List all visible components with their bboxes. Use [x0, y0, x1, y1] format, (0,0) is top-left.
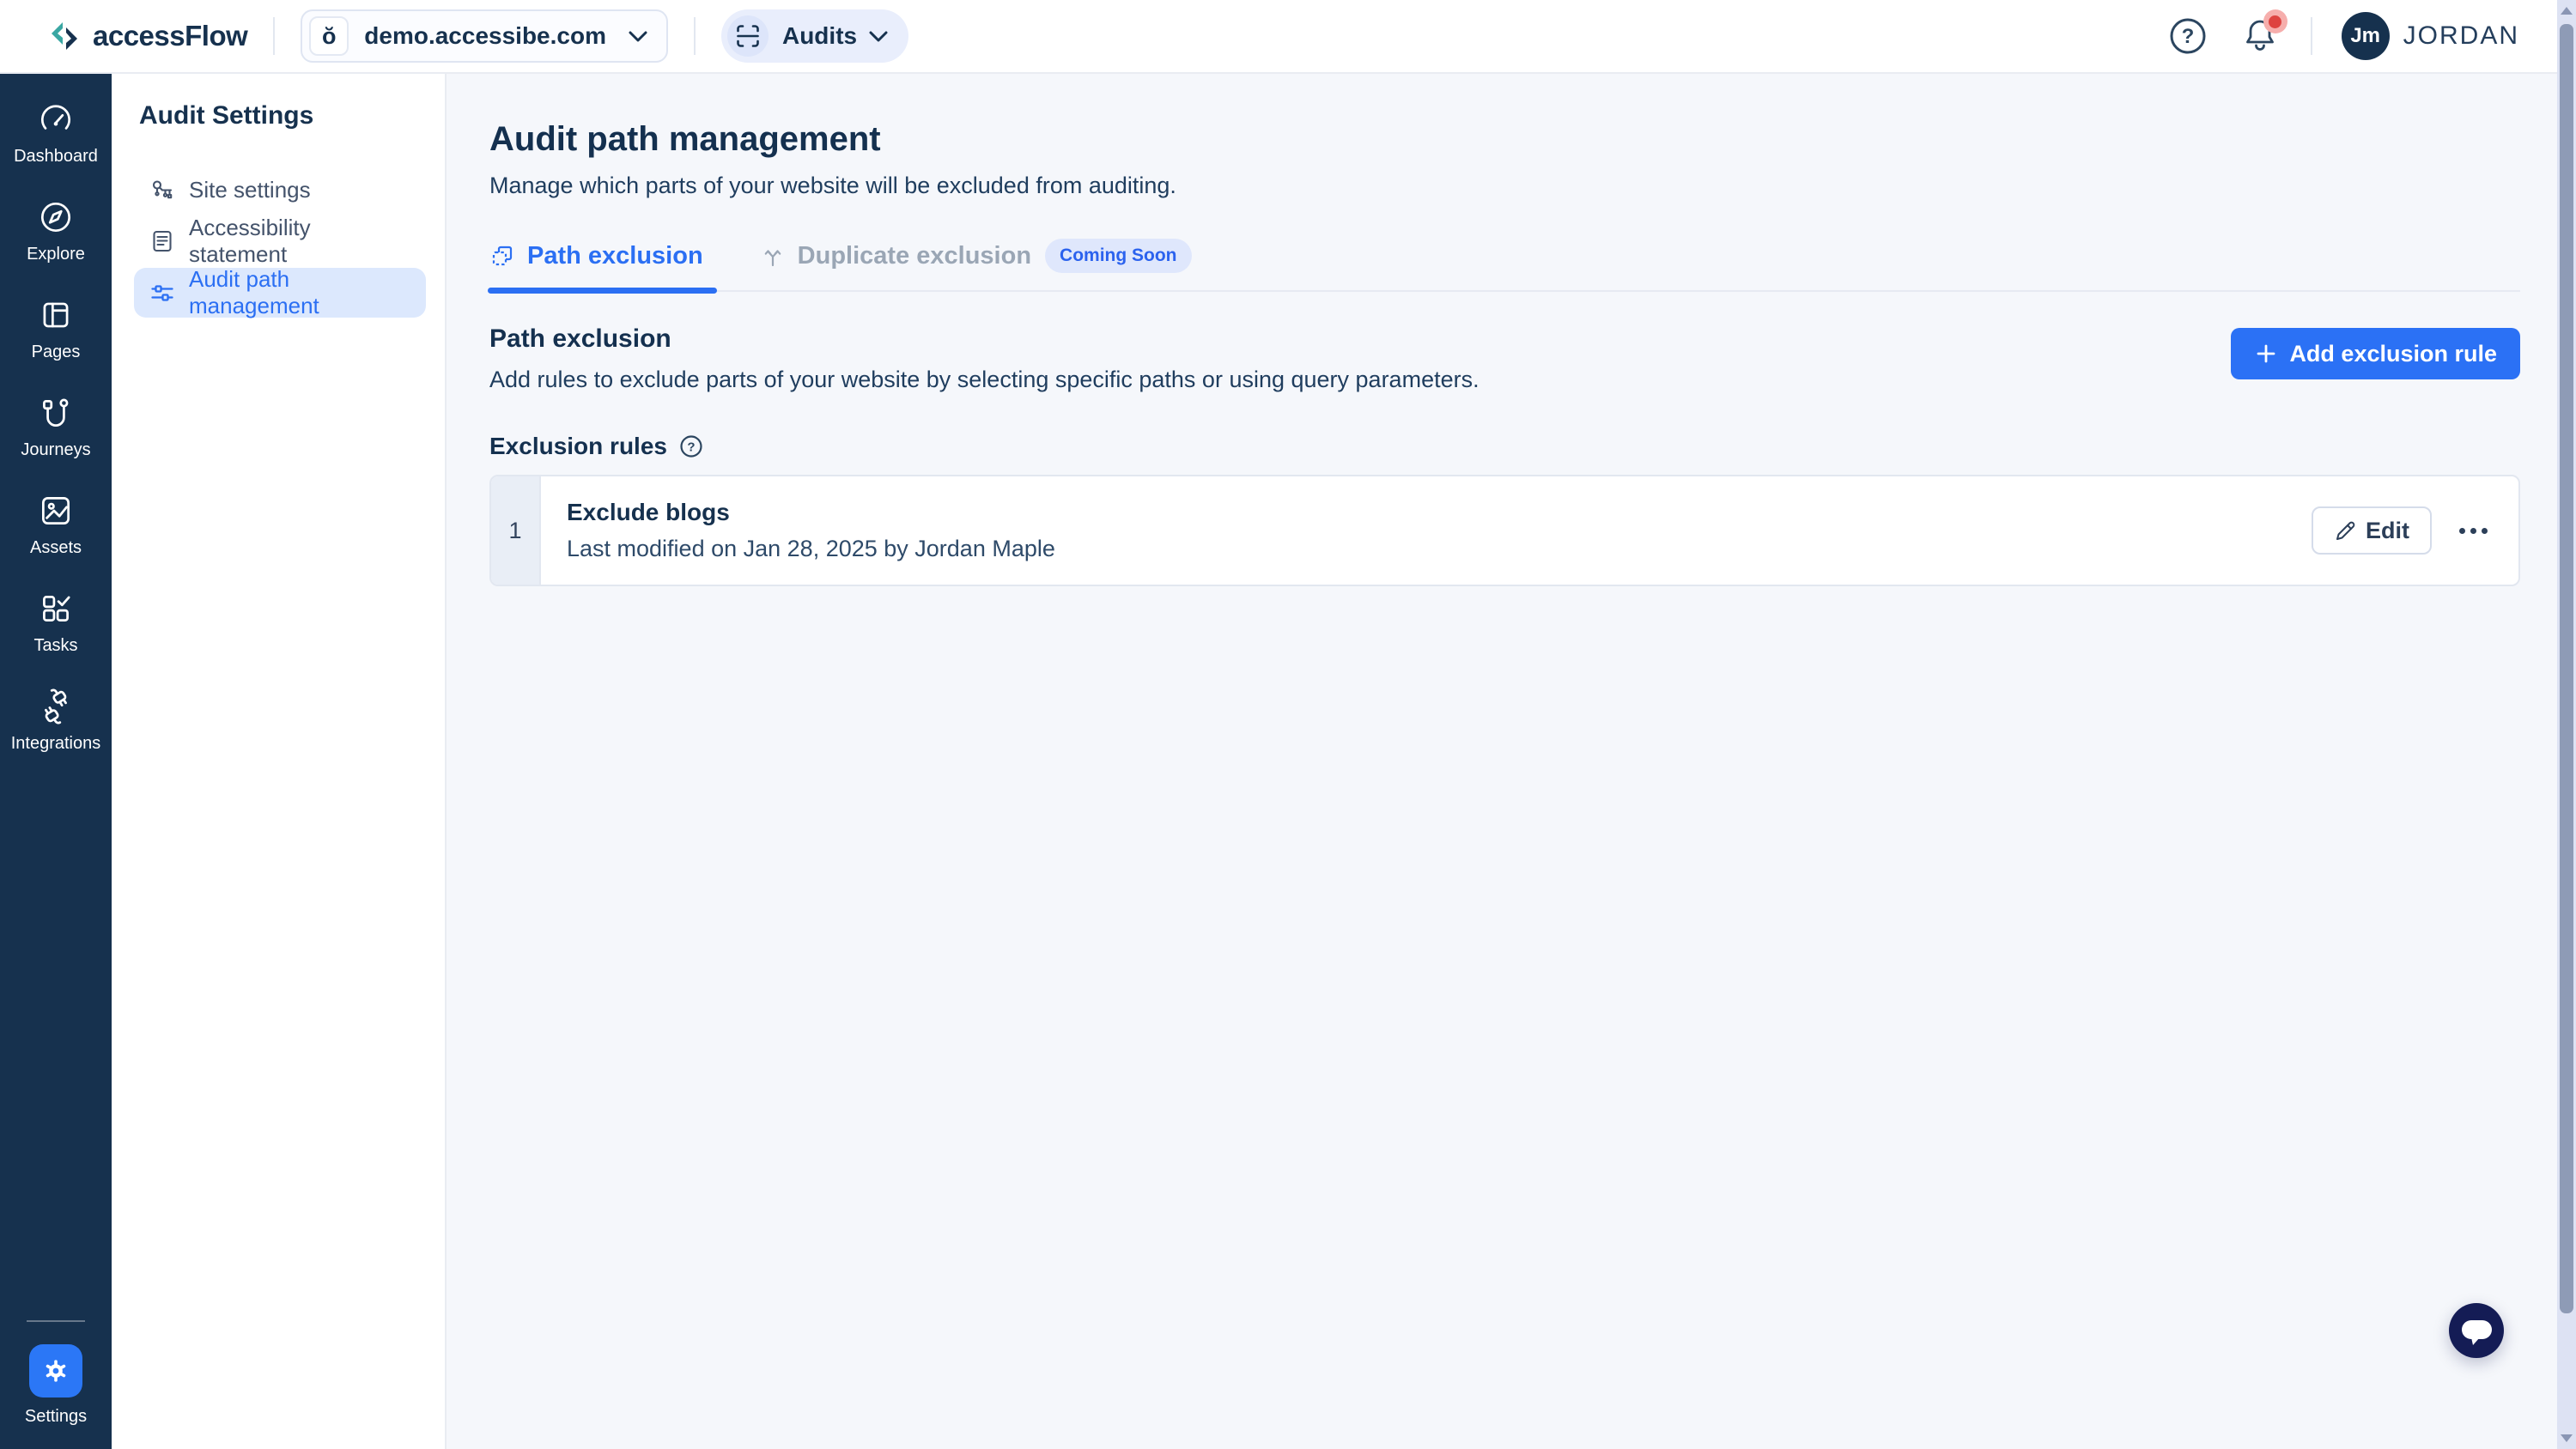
sidebar-item-integrations[interactable]: Integrations — [0, 687, 112, 754]
page-subtitle: Manage which parts of your website will … — [489, 173, 1176, 198]
scrollbar-up-arrow[interactable] — [2561, 7, 2573, 15]
journeys-route-icon — [36, 393, 76, 433]
rules-heading-row: Exclusion rules ? — [489, 433, 2520, 460]
svg-text:?: ? — [2181, 25, 2194, 48]
sidebar-item-audit-path-management[interactable]: Audit path management — [134, 266, 426, 318]
settings-button[interactable] — [29, 1344, 82, 1397]
top-header: accessFlow ŏ demo.accessibe.com Audits ?… — [0, 0, 2576, 74]
rule-name: Exclude blogs — [567, 499, 730, 525]
help-button[interactable]: ? — [2168, 16, 2208, 56]
sidebar-item-label: Audit path management — [189, 266, 319, 318]
tab-duplicate-exclusion[interactable]: Duplicate exclusion Coming Soon — [760, 239, 1192, 273]
tab-label: Duplicate exclusion — [797, 241, 1032, 270]
sidebar-item-tasks[interactable]: Tasks — [0, 589, 112, 656]
rules-heading: Exclusion rules — [489, 433, 667, 459]
section-description: Add rules to exclude parts of your websi… — [489, 367, 1479, 392]
selection-square-icon — [489, 243, 515, 269]
sidebar-item-pages[interactable]: Pages — [0, 295, 112, 362]
scrollbar-down-arrow[interactable] — [2561, 1434, 2573, 1442]
coming-soon-badge: Coming Soon — [1045, 239, 1192, 273]
split-arrow-icon — [760, 243, 786, 269]
assets-image-icon — [36, 491, 76, 530]
notification-badge — [2263, 9, 2287, 33]
user-name: JORDAN — [2403, 21, 2519, 50]
sidebar-item-site-settings[interactable]: Site settings — [134, 165, 426, 215]
pages-layout-icon — [36, 295, 76, 335]
brand-diamond-icon — [48, 20, 81, 52]
chat-widget-button[interactable] — [2449, 1303, 2504, 1358]
header-divider — [273, 17, 276, 55]
sidebar-item-accessibility-statement[interactable]: Accessibility statement — [134, 215, 426, 267]
add-exclusion-rule-button[interactable]: Add exclusion rule — [2231, 328, 2520, 379]
document-icon — [149, 228, 175, 254]
sidebar-item-journeys[interactable]: Journeys — [0, 393, 112, 460]
sidebar-item-explore[interactable]: Explore — [0, 197, 112, 264]
brand-name: accessFlow — [93, 20, 248, 52]
svg-text:?: ? — [687, 440, 695, 455]
integrations-plug-icon — [36, 687, 76, 726]
user-menu[interactable]: Jm JORDAN — [2341, 12, 2519, 60]
audits-selector-label: Audits — [781, 22, 858, 49]
main-content: Audit path management Manage which parts… — [447, 74, 2576, 1449]
rule-meta: Last modified on Jan 28, 2025 by Jordan … — [567, 536, 1055, 561]
more-options-button[interactable] — [2456, 519, 2491, 543]
primary-nav-rail: Dashboard Explore Pages Journeys Assets … — [0, 74, 112, 1449]
explore-compass-icon — [36, 197, 76, 237]
brand-logo[interactable]: accessFlow — [48, 20, 248, 52]
rail-bottom: Settings — [0, 1320, 112, 1449]
sidebar-item-assets[interactable]: Assets — [0, 491, 112, 558]
chat-bubble-icon — [2462, 1320, 2492, 1345]
scrollbar-thumb[interactable] — [2560, 24, 2573, 1313]
plus-icon — [2254, 342, 2278, 366]
key-icon — [149, 177, 175, 203]
header-divider — [693, 17, 696, 55]
site-selector-value: demo.accessibe.com — [364, 22, 606, 49]
sidebar-item-dashboard[interactable]: Dashboard — [0, 100, 112, 167]
help-question-icon: ? — [2170, 18, 2206, 54]
section-title: Path exclusion — [489, 324, 671, 353]
app-window: accessFlow ŏ demo.accessibe.com Audits ?… — [0, 0, 2576, 1449]
gear-icon — [46, 1360, 66, 1382]
exclusion-rule-row: 1 Exclude blogs Last modified on Jan 28,… — [489, 475, 2520, 586]
pencil-icon — [2334, 519, 2356, 542]
chevron-down-icon — [869, 31, 888, 42]
tab-path-exclusion[interactable]: Path exclusion — [488, 241, 717, 294]
dashboard-gauge-icon — [36, 100, 76, 139]
notifications-button[interactable] — [2242, 9, 2287, 55]
tab-bar: Path exclusion Duplicate exclusion Comin… — [488, 239, 2520, 294]
page-title: Audit path management — [489, 120, 881, 158]
edit-rule-button[interactable]: Edit — [2312, 506, 2432, 555]
settings-label: Settings — [24, 1407, 88, 1426]
rule-index: 1 — [491, 476, 541, 585]
rule-controls: Edit — [2312, 476, 2518, 585]
site-favicon: ŏ — [309, 16, 349, 56]
audits-selector-dropdown[interactable]: Audits — [720, 9, 909, 63]
question-circle-icon[interactable]: ? — [678, 433, 704, 459]
header-divider — [2310, 17, 2312, 55]
rule-body: Exclude blogs Last modified on Jan 28, 2… — [541, 476, 2312, 585]
scan-icon — [726, 15, 769, 57]
tab-label: Path exclusion — [527, 241, 703, 270]
settings-nav-title: Audit Settings — [139, 101, 314, 130]
settings-sidebar: Audit Settings Site settings Accessibili… — [112, 74, 447, 1449]
chevron-down-icon — [629, 31, 647, 42]
site-selector-dropdown[interactable]: ŏ demo.accessibe.com — [301, 9, 668, 63]
rail-divider — [27, 1320, 85, 1322]
avatar: Jm — [2341, 12, 2390, 60]
sidebar-item-label: Site settings — [189, 176, 311, 203]
tasks-check-icon — [36, 589, 76, 628]
section-header: Path exclusion Add rules to exclude part… — [489, 324, 2520, 393]
sliders-icon — [149, 280, 175, 306]
page-scrollbar[interactable] — [2557, 0, 2576, 1449]
sidebar-item-label: Accessibility statement — [189, 215, 311, 267]
